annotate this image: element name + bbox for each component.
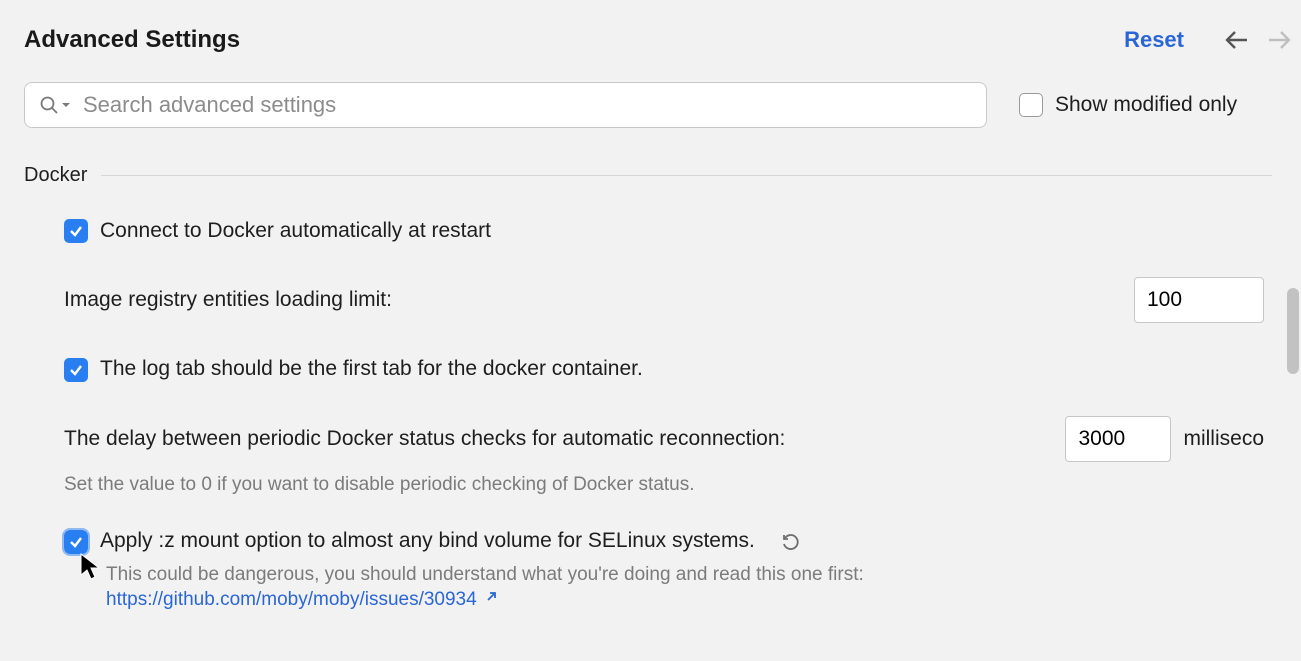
selinux-z-label: Apply :z mount option to almost any bind… (100, 527, 755, 555)
selinux-z-help: This could be dangerous, you should unde… (106, 564, 864, 585)
status-delay-help: Set the value to 0 if you want to disabl… (64, 472, 1264, 498)
show-modified-only-checkbox[interactable] (1019, 93, 1043, 117)
registry-limit-label: Image registry entities loading limit: (64, 286, 392, 314)
show-modified-only-control[interactable]: Show modified only (1019, 93, 1237, 117)
external-link-icon (483, 587, 497, 613)
reset-button[interactable]: Reset (1124, 27, 1184, 53)
forward-button (1264, 25, 1294, 55)
status-delay-input[interactable] (1065, 416, 1171, 462)
selinux-z-link[interactable]: https://github.com/moby/moby/issues/3093… (106, 587, 497, 613)
connect-restart-checkbox[interactable] (64, 219, 88, 243)
search-icon (39, 95, 71, 115)
selinux-z-checkbox[interactable] (64, 530, 88, 554)
connect-restart-label: Connect to Docker automatically at resta… (100, 217, 491, 245)
section-heading-docker: Docker (24, 164, 1272, 187)
log-tab-first-label: The log tab should be the first tab for … (100, 355, 643, 383)
revert-button[interactable] (781, 532, 801, 552)
status-delay-unit: milliseco (1183, 425, 1264, 453)
show-modified-only-label: Show modified only (1055, 93, 1237, 117)
arrow-left-icon (1224, 29, 1250, 51)
log-tab-first-checkbox[interactable] (64, 358, 88, 382)
search-field-container[interactable] (24, 82, 987, 128)
scrollbar-thumb[interactable] (1287, 288, 1299, 374)
status-delay-label: The delay between periodic Docker status… (64, 425, 785, 453)
search-input[interactable] (81, 91, 986, 119)
page-title: Advanced Settings (24, 26, 240, 54)
undo-icon (781, 532, 801, 552)
back-button[interactable] (1222, 25, 1252, 55)
chevron-down-icon (61, 100, 71, 110)
registry-limit-input[interactable] (1134, 277, 1264, 323)
arrow-right-icon (1266, 29, 1292, 51)
